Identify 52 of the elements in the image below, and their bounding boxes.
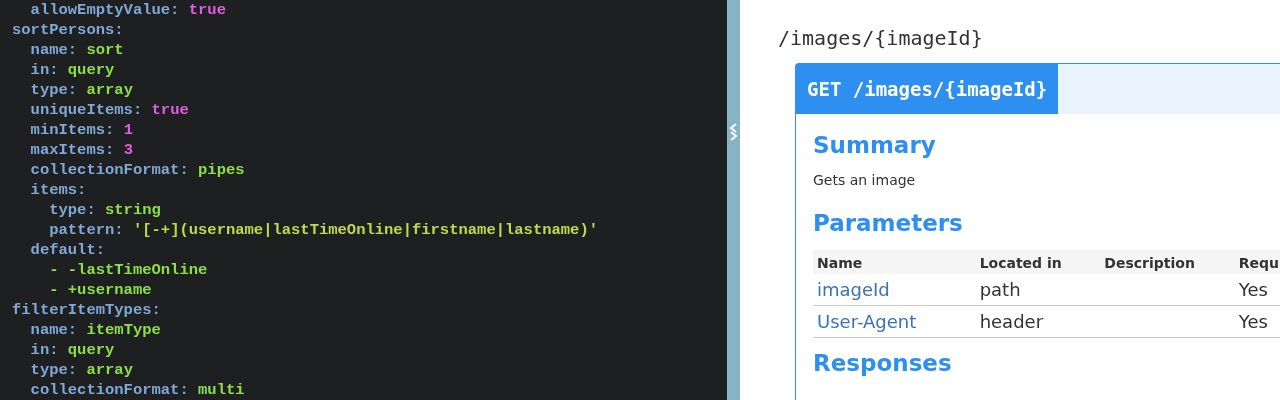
code-editor[interactable] xyxy=(0,0,727,400)
yaml-key: type: xyxy=(49,201,96,219)
yaml-key: collectionFormat: xyxy=(30,381,189,399)
yaml-value: 1 xyxy=(123,121,133,139)
table-cell: header xyxy=(975,305,1101,338)
table-cell: Yes xyxy=(1234,274,1280,306)
yaml-value: true xyxy=(188,1,226,19)
yaml-key: type: xyxy=(30,81,78,99)
section-heading: Summary xyxy=(813,132,937,158)
yaml-value: sort xyxy=(86,41,124,59)
yaml-value: '[-+](username|lastTimeOnline|firstname|lastname)' xyxy=(132,221,598,239)
yaml-key: maxItems: xyxy=(30,141,115,159)
yaml-value: itemType xyxy=(86,321,161,339)
parameter-name-link[interactable]: User-Agent xyxy=(813,305,976,338)
yaml-value: true xyxy=(151,101,189,119)
section-heading: Parameters xyxy=(813,210,964,236)
yaml-key: name: xyxy=(30,41,78,59)
yaml-value: array xyxy=(86,81,133,99)
column-header: Requ xyxy=(1234,250,1280,274)
yaml-key: sortPersons: xyxy=(12,21,124,39)
yaml-value: array xyxy=(86,361,133,379)
yaml-key: collectionFormat: xyxy=(30,161,189,179)
section-heading: Responses xyxy=(813,350,953,376)
yaml-key: in: xyxy=(30,61,59,79)
yaml-value: pipes xyxy=(198,161,245,179)
column-header: Description xyxy=(1100,250,1235,274)
operation-title[interactable]: GET /images/{imageId} xyxy=(796,64,1059,114)
yaml-key: default: xyxy=(30,241,105,259)
path-title: /images/{imageId} xyxy=(778,26,984,50)
yaml-value: query xyxy=(67,61,115,79)
yaml-key: allowEmptyValue: xyxy=(30,1,180,19)
yaml-key: type: xyxy=(30,361,78,379)
yaml-key: items: xyxy=(30,181,87,199)
yaml-value: string xyxy=(105,201,161,219)
yaml-key: filterItemTypes: xyxy=(12,301,161,319)
yaml-list-item: - -lastTimeOnline xyxy=(49,261,208,279)
column-header: Name xyxy=(813,250,976,274)
parameter-name-link[interactable]: imageId xyxy=(813,274,976,306)
yaml-key: minItems: xyxy=(30,121,115,139)
chevron-left-right-icon[interactable] xyxy=(729,123,738,141)
yaml-key: uniqueItems: xyxy=(30,101,143,119)
yaml-key: name: xyxy=(30,321,78,339)
yaml-key: in: xyxy=(30,341,59,359)
yaml-key: pattern: xyxy=(49,221,124,239)
summary-text: Gets an image xyxy=(813,172,917,188)
column-header: Located in xyxy=(975,250,1101,274)
yaml-value: query xyxy=(67,341,115,359)
yaml-value: multi xyxy=(198,381,245,399)
table-cell: path xyxy=(975,274,1101,306)
yaml-list-item: - +username xyxy=(49,281,152,299)
yaml-value: 3 xyxy=(123,141,133,159)
table-cell: Yes xyxy=(1234,305,1280,338)
